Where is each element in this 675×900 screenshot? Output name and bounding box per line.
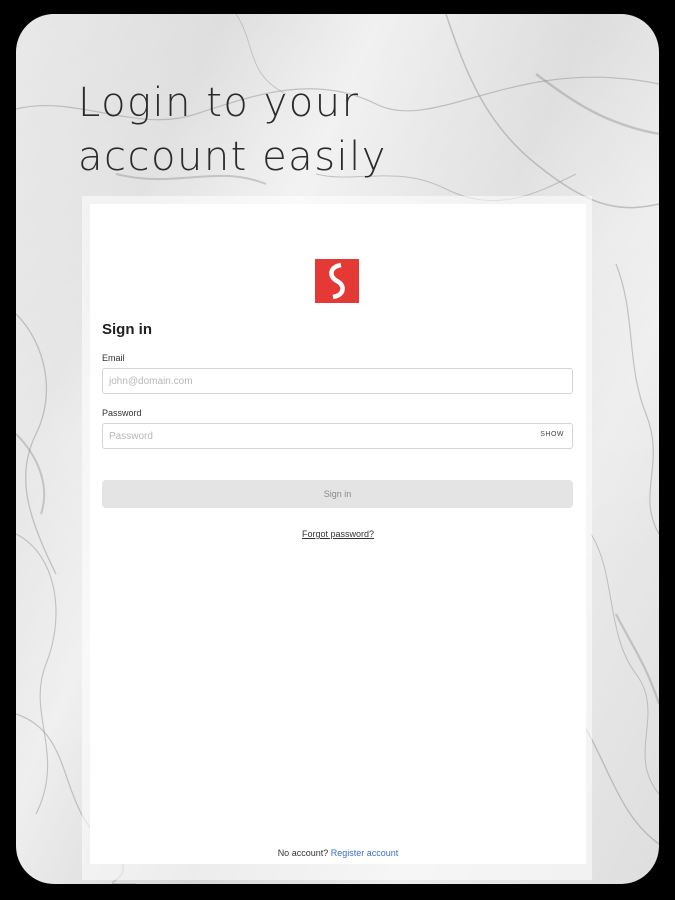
brand-s-logo-icon <box>315 259 359 303</box>
sign-in-card: Sign in Email Password SHOW Sign in Forg… <box>90 204 586 864</box>
register-account-link[interactable]: Register account <box>331 848 399 858</box>
headline-line-1: Login to your <box>78 80 360 126</box>
sign-in-title: Sign in <box>102 321 152 338</box>
page-headline: Login to your account easily <box>78 76 498 184</box>
email-field-box <box>102 368 573 394</box>
sign-in-button[interactable]: Sign in <box>102 480 573 508</box>
app-screen: Login to your account easily Sign in Ema… <box>16 14 659 884</box>
register-prompt: No account? Register account <box>90 848 586 858</box>
password-label: Password <box>102 408 142 418</box>
headline-line-2: account easily <box>78 134 387 180</box>
no-account-text: No account? <box>277 848 329 858</box>
password-field-box: SHOW <box>102 423 573 449</box>
email-input[interactable] <box>109 369 529 393</box>
show-password-button[interactable]: SHOW <box>540 431 564 438</box>
email-label: Email <box>102 353 125 363</box>
forgot-password-link[interactable]: Forgot password? <box>90 529 586 539</box>
password-input[interactable] <box>109 424 529 448</box>
